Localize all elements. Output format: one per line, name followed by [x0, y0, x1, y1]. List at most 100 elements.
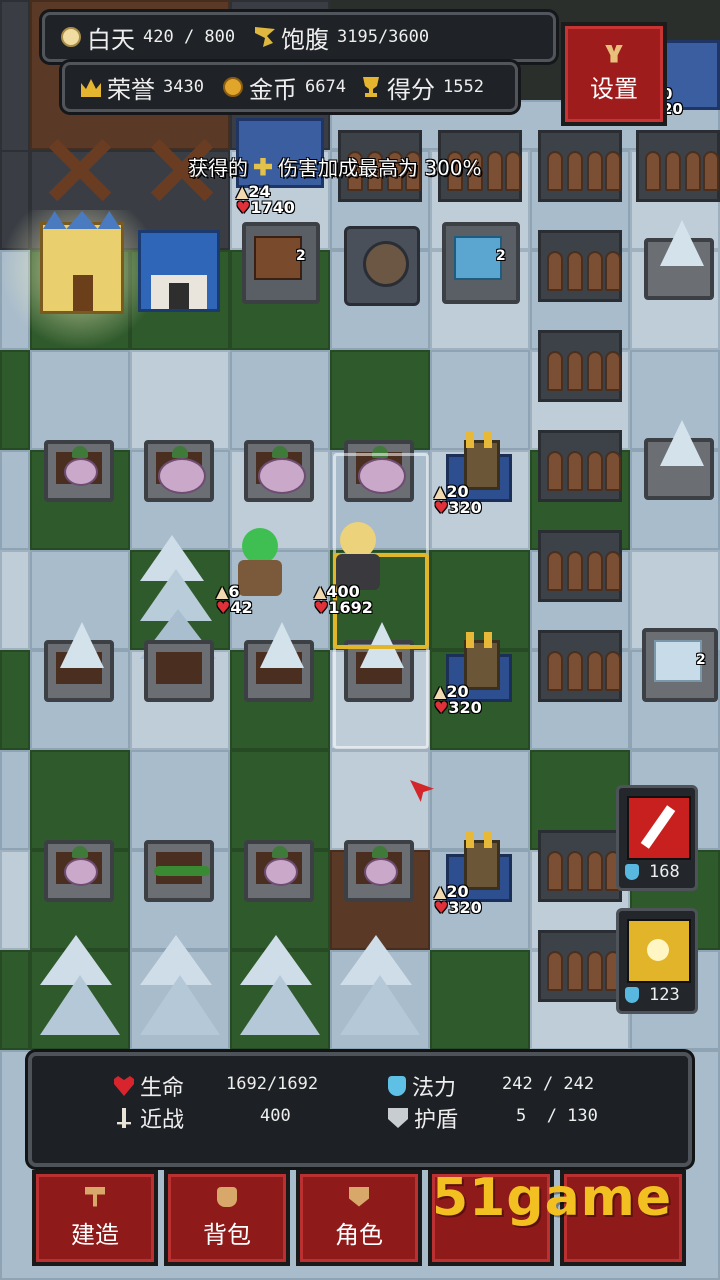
turnip-planter-icon[interactable]	[44, 840, 114, 902]
melee-value: 400	[260, 1106, 291, 1126]
tile-ice	[0, 250, 30, 350]
menu-button-4[interactable]	[428, 1170, 554, 1266]
planter-pine-icon[interactable]	[644, 220, 714, 300]
skill-cost: 168	[625, 862, 680, 882]
tile-grass	[30, 750, 130, 850]
plus-icon	[254, 157, 272, 176]
gold-label: 金币	[249, 75, 297, 104]
skill-burst-button[interactable]: 123	[616, 908, 698, 1014]
green-hero-hp: ♥42	[216, 598, 253, 617]
crown-icon	[81, 79, 101, 97]
tile-ice	[330, 750, 430, 850]
castle-icon[interactable]	[40, 211, 124, 314]
role-button[interactable]: 角色	[296, 1170, 422, 1266]
hp-stat: 生命	[114, 1070, 184, 1102]
tile-stone	[0, 0, 30, 160]
mana-potion-icon	[625, 987, 639, 1003]
mana-label: 法力	[412, 1076, 457, 1101]
turnip-planter-icon[interactable]	[44, 440, 114, 502]
spike-wall-icon	[538, 230, 622, 302]
build-button[interactable]: 建造	[32, 1170, 158, 1266]
top-resource-bar: 白天 420 / 800 饱腹 3195/3600	[42, 12, 556, 62]
player-hp: ♥1692	[314, 598, 373, 617]
settings-button[interactable]: 设置	[561, 22, 667, 126]
melee-stat: 近战	[114, 1102, 184, 1134]
planter-pine-icon[interactable]	[144, 640, 214, 702]
turnip-planter-icon[interactable]	[144, 440, 214, 502]
tile-grass	[230, 750, 330, 850]
turnip-planter-icon[interactable]	[244, 440, 314, 502]
shield-value-row: 5 / 130	[516, 1106, 598, 1126]
settings-label: 设置	[590, 74, 638, 103]
turnip-planter-icon[interactable]	[244, 840, 314, 902]
melee-label: 近战	[140, 1108, 185, 1133]
spike-wall-icon	[636, 130, 720, 202]
hammer-icon	[85, 1186, 105, 1207]
score-stat: 得分 1552	[361, 65, 484, 109]
shop-icon[interactable]	[138, 230, 220, 312]
ice-station-icon[interactable]	[442, 222, 520, 304]
sun-icon	[61, 27, 81, 47]
station-badge: 2	[296, 248, 306, 264]
planter-pine-icon[interactable]	[44, 622, 114, 702]
spike-wall-icon	[538, 630, 622, 702]
spike-wall-icon	[538, 530, 622, 602]
furnace-station-icon[interactable]	[242, 222, 320, 304]
settings-icon	[605, 44, 623, 63]
gate-hp: ♥1740	[236, 198, 295, 217]
tower-hp: ♥320	[434, 498, 482, 517]
role-icon	[349, 1186, 369, 1207]
gold-value: 6674	[305, 77, 346, 97]
shield-stat: 护盾	[388, 1102, 458, 1134]
snake-planter-icon[interactable]	[144, 840, 214, 902]
pine-tree-icon[interactable]	[240, 935, 320, 1050]
sword-icon	[117, 1108, 131, 1128]
station-badge: 2	[496, 248, 506, 264]
tile-ice	[130, 750, 230, 850]
hp-label: 生命	[140, 1076, 185, 1101]
honor-value: 3430	[163, 77, 204, 97]
ice-station-icon[interactable]	[642, 628, 718, 702]
toast-suffix: 伤害加成最高为 300%	[278, 156, 482, 180]
satiety-value: 3195/3600	[337, 27, 430, 47]
daytime-value: 420 / 800	[143, 27, 236, 47]
barricade-icon	[48, 138, 112, 202]
tile-grass	[0, 950, 30, 1050]
daytime-stat: 白天 420 / 800	[61, 15, 235, 59]
station-badge: 2	[696, 652, 706, 668]
trophy-icon	[363, 77, 379, 97]
honor-stat: 荣誉 3430	[81, 65, 204, 109]
spike-wall-icon	[538, 830, 622, 902]
anvil-station-icon[interactable]	[344, 226, 420, 306]
skill-slash-button[interactable]: 168	[616, 785, 698, 891]
tile-ice	[0, 850, 30, 950]
coin-icon	[223, 77, 243, 97]
honor-label: 荣誉	[107, 75, 155, 104]
tile-ice	[0, 550, 30, 650]
menu-button-5[interactable]	[560, 1170, 686, 1266]
tile-grass	[430, 950, 530, 1050]
planter-pine-icon[interactable]	[644, 420, 714, 500]
pine-tree-icon[interactable]	[340, 935, 420, 1050]
mana-value-row: 242 / 242	[502, 1074, 594, 1094]
bonus-toast: 获得的 伤害加成最高为 300%	[188, 152, 482, 181]
toast-prefix: 获得的	[188, 156, 248, 180]
tile-ice	[130, 350, 230, 450]
tile-grass	[330, 350, 430, 450]
tile-grass	[0, 350, 30, 450]
satiety-label: 饱腹	[281, 25, 329, 54]
daytime-label: 白天	[87, 25, 135, 54]
role-label: 角色	[335, 1220, 383, 1249]
tile-stone	[0, 150, 30, 250]
mana-stat: 法力	[388, 1070, 456, 1102]
bag-button[interactable]: 背包	[164, 1170, 290, 1266]
spike-wall-icon	[538, 130, 622, 202]
spike-wall-icon	[538, 330, 622, 402]
planter-pine-icon[interactable]	[244, 622, 314, 702]
melee-value-row: 400	[260, 1106, 291, 1126]
pine-tree-icon[interactable]	[140, 935, 220, 1050]
pine-tree-icon[interactable]	[40, 935, 120, 1050]
tile-ice	[0, 450, 30, 550]
turnip-planter-icon[interactable]	[344, 840, 414, 902]
burst-skill-icon	[627, 919, 691, 983]
